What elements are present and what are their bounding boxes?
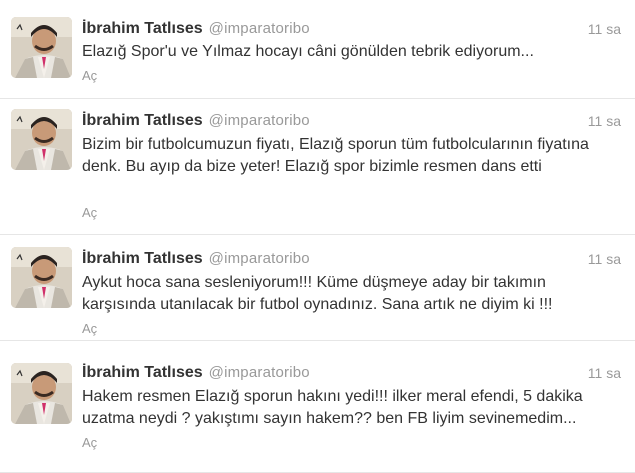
user-name[interactable]: İbrahim Tatlıses: [82, 250, 203, 267]
avatar-icon: [11, 17, 72, 78]
tweet-timestamp[interactable]: 11 sa: [588, 251, 621, 267]
user-handle[interactable]: @imparatoribo: [209, 20, 310, 37]
avatar[interactable]: [11, 247, 72, 308]
tweet-text: Aykut hoca sana sesleniyorum!!! Küme düş…: [82, 274, 553, 313]
tweet-text: Bizim bir futbolcumuzun fiyatı, Elazığ s…: [82, 136, 589, 175]
expand-link[interactable]: Aç: [82, 68, 97, 83]
tweet-text: Elazığ Spor'u ve Yılmaz hocayı câni gönü…: [82, 43, 534, 60]
tweet-item: İbrahim Tatlıses @imparatoribo 11 sa Hake…: [0, 341, 635, 473]
avatar[interactable]: [11, 363, 72, 424]
tweet-timestamp[interactable]: 11 sa: [588, 21, 621, 37]
user-handle[interactable]: @imparatoribo: [209, 112, 310, 129]
expand-link[interactable]: Aç: [82, 435, 97, 450]
expand-link[interactable]: Aç: [82, 205, 97, 220]
tweet-text: Hakem resmen Elazığ sporun hakını yedi!!…: [82, 388, 583, 427]
user-name[interactable]: İbrahim Tatlıses: [82, 364, 203, 381]
user-name[interactable]: İbrahim Tatlıses: [82, 20, 203, 37]
avatar-icon: [11, 363, 72, 424]
avatar[interactable]: [11, 17, 72, 78]
avatar[interactable]: [11, 109, 72, 170]
user-handle[interactable]: @imparatoribo: [209, 250, 310, 267]
tweet-item: İbrahim Tatlıses @imparatoribo 11 sa Elaz…: [0, 0, 635, 99]
user-handle[interactable]: @imparatoribo: [209, 364, 310, 381]
user-name[interactable]: İbrahim Tatlıses: [82, 112, 203, 129]
tweet-timestamp[interactable]: 11 sa: [588, 365, 621, 381]
expand-link[interactable]: Aç: [82, 321, 97, 336]
tweet-item: İbrahim Tatlıses @imparatoribo 11 sa Bizi…: [0, 99, 635, 235]
avatar-icon: [11, 247, 72, 308]
avatar-icon: [11, 109, 72, 170]
tweet-timestamp[interactable]: 11 sa: [588, 113, 621, 129]
tweet-item: İbrahim Tatlıses @imparatoribo 11 sa Ayku…: [0, 235, 635, 341]
